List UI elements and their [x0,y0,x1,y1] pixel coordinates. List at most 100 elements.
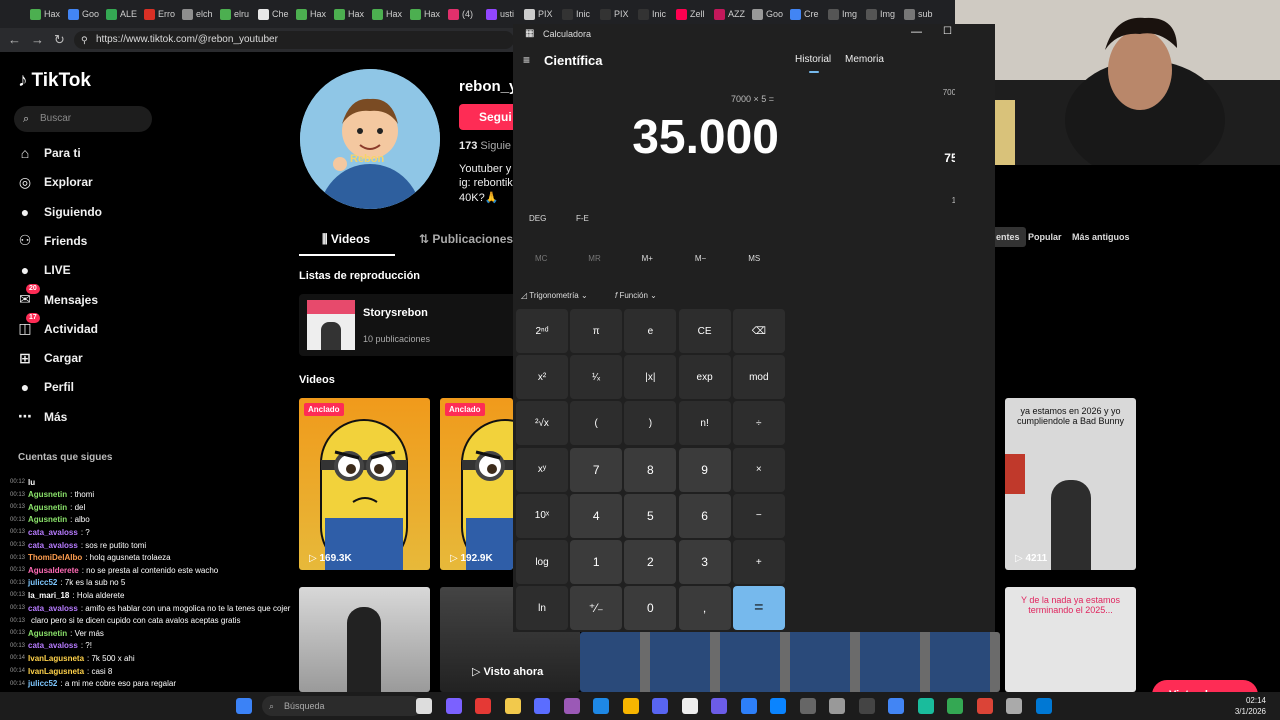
copilot-icon[interactable] [445,698,462,714]
browser-tab[interactable]: Img [828,6,862,22]
browser-tab[interactable]: Img [866,6,900,22]
browser-tab[interactable]: Hax [296,6,330,22]
browser-tab[interactable]: Inic [562,6,596,22]
minimize-icon[interactable]: — [911,26,922,38]
mail-icon[interactable] [770,698,786,714]
windows-start-icon[interactable] [236,698,252,714]
sidebar-item-explorar[interactable]: ◎ Explorar [16,171,93,193]
calc-key[interactable]: mod [732,355,785,400]
sidebar-item-friends[interactable]: ⚇ Friends [16,230,88,252]
calc-key[interactable]: , [678,586,731,631]
calc-key[interactable]: CE [678,309,731,353]
browser-tab[interactable]: ALE [106,6,140,22]
calc-key[interactable]: 6 [678,493,731,538]
calc-key[interactable]: = [732,586,785,631]
tab-memory[interactable]: Memoria [845,54,884,65]
chrome-icon[interactable] [947,698,963,714]
calc-key[interactable]: ⁺⁄₋ [570,586,623,631]
browser-tab[interactable]: sub [904,6,938,22]
settings-icon[interactable] [829,698,845,714]
calc-key[interactable]: ⌫ [732,309,785,353]
memory-button[interactable]: M+ [642,254,653,263]
app-icon[interactable] [888,698,904,714]
calc-key[interactable]: ln [516,586,568,631]
calc-key[interactable]: e [624,309,677,353]
sidebar-item-para-ti[interactable]: ⌂ Para ti [16,142,81,164]
tiktok-logo[interactable]: ♪ TikTok [18,70,91,92]
memory-button[interactable]: MR [588,254,600,263]
calc-key[interactable]: 10ˣ [516,493,568,538]
browser-tab[interactable]: usti [486,6,520,22]
discord-icon[interactable] [652,698,668,714]
browser-tab[interactable]: Hax [30,6,64,22]
reload-icon[interactable]: ↻ [54,32,65,48]
sidebar-item-perfil[interactable]: ● Perfil [16,376,74,398]
tab-posts[interactable]: ⇅ Publicaciones [419,232,513,246]
browser-tab[interactable]: Cre [790,6,824,22]
calculator-icon[interactable] [1035,698,1052,714]
calc-key[interactable]: log [516,540,568,584]
sort-recent[interactable]: entes [990,227,1026,247]
calc-key[interactable]: 0 [624,586,677,631]
calc-key[interactable]: ÷ [732,401,785,446]
video-card[interactable]: Y de la nada ya estamos terminando el 20… [1005,587,1136,692]
calc-key[interactable]: π [570,309,623,353]
url-input[interactable]: ⚲ https://www.tiktok.com/@rebon_youtuber [74,31,514,49]
terminal-icon[interactable] [858,698,875,714]
calc-key[interactable]: 3 [678,540,731,584]
calc-key[interactable]: 8 [624,447,677,492]
sort-oldest[interactable]: Más antiguos [1066,227,1136,247]
browser-tab[interactable]: elru [220,6,254,22]
app-icon[interactable] [917,698,934,714]
calc-key[interactable]: ( [570,401,623,446]
browser-tab[interactable]: Goo [752,6,786,22]
app-icon[interactable] [799,698,816,714]
calc-key[interactable]: 2ⁿᵈ [516,309,568,353]
edge-icon[interactable] [593,698,609,714]
calc-key[interactable]: x² [516,355,568,400]
calc-key[interactable]: 9 [678,447,731,492]
sort-popular[interactable]: Popular [1022,227,1068,247]
app-icon[interactable] [711,698,727,714]
calc-key[interactable]: + [732,540,785,584]
playlist-card[interactable]: Storysrebon 10 publicaciones [299,294,519,356]
calc-key[interactable]: × [732,447,785,492]
sidebar-item-mensajes[interactable]: ✉ 20 Mensajes [16,284,98,311]
calc-key[interactable]: − [732,493,785,538]
chrome-icon[interactable] [976,698,993,714]
calc-key[interactable]: ¹⁄ₓ [570,355,623,400]
sidebar-item-live[interactable]: ● LIVE [16,259,71,281]
tab-history[interactable]: Historial [795,54,831,65]
memory-button[interactable]: MC [535,254,547,263]
calc-key[interactable]: n! [678,401,731,446]
calc-key[interactable]: xʸ [516,447,568,492]
store-icon[interactable] [534,698,550,714]
vscode-icon[interactable] [622,698,639,714]
maximize-icon[interactable]: ☐ [943,26,952,37]
sidebar-item-cargar[interactable]: ⊞ Cargar [16,347,83,369]
browser-tab[interactable]: elch [182,6,216,22]
steam-icon[interactable] [681,698,698,714]
memory-button[interactable]: MS [748,254,760,263]
browser-tab[interactable]: (4) [448,6,482,22]
calc-key[interactable]: |x| [624,355,677,400]
browser-tab[interactable]: Erro [144,6,178,22]
browser-tab[interactable]: Inic [638,6,672,22]
calc-key[interactable]: ²√x [516,401,568,446]
browser-tab[interactable]: PIX [600,6,634,22]
browser-tab[interactable]: Che [258,6,292,22]
function-dropdown[interactable]: f Función ⌄ [615,291,657,300]
opera-icon[interactable] [475,698,491,714]
calc-key[interactable]: 1 [570,540,623,584]
browser-tab[interactable]: Hax [334,6,368,22]
video-card[interactable] [299,587,430,692]
video-card[interactable]: Anclado ▷ 192.9K [440,398,513,570]
video-card[interactable]: Anclado ▷ 169.3K [299,398,430,570]
calc-key[interactable]: 5 [624,493,677,538]
angle-mode-button[interactable]: DEG [529,214,546,223]
taskview-icon[interactable] [416,698,432,714]
taskbar-search[interactable]: ⌕ Búsqueda [262,696,422,716]
search-input[interactable]: ⌕ Buscar [14,106,152,132]
sidebar-item-más[interactable]: ⋯ Más [16,406,67,428]
back-icon[interactable]: ← [8,32,21,47]
